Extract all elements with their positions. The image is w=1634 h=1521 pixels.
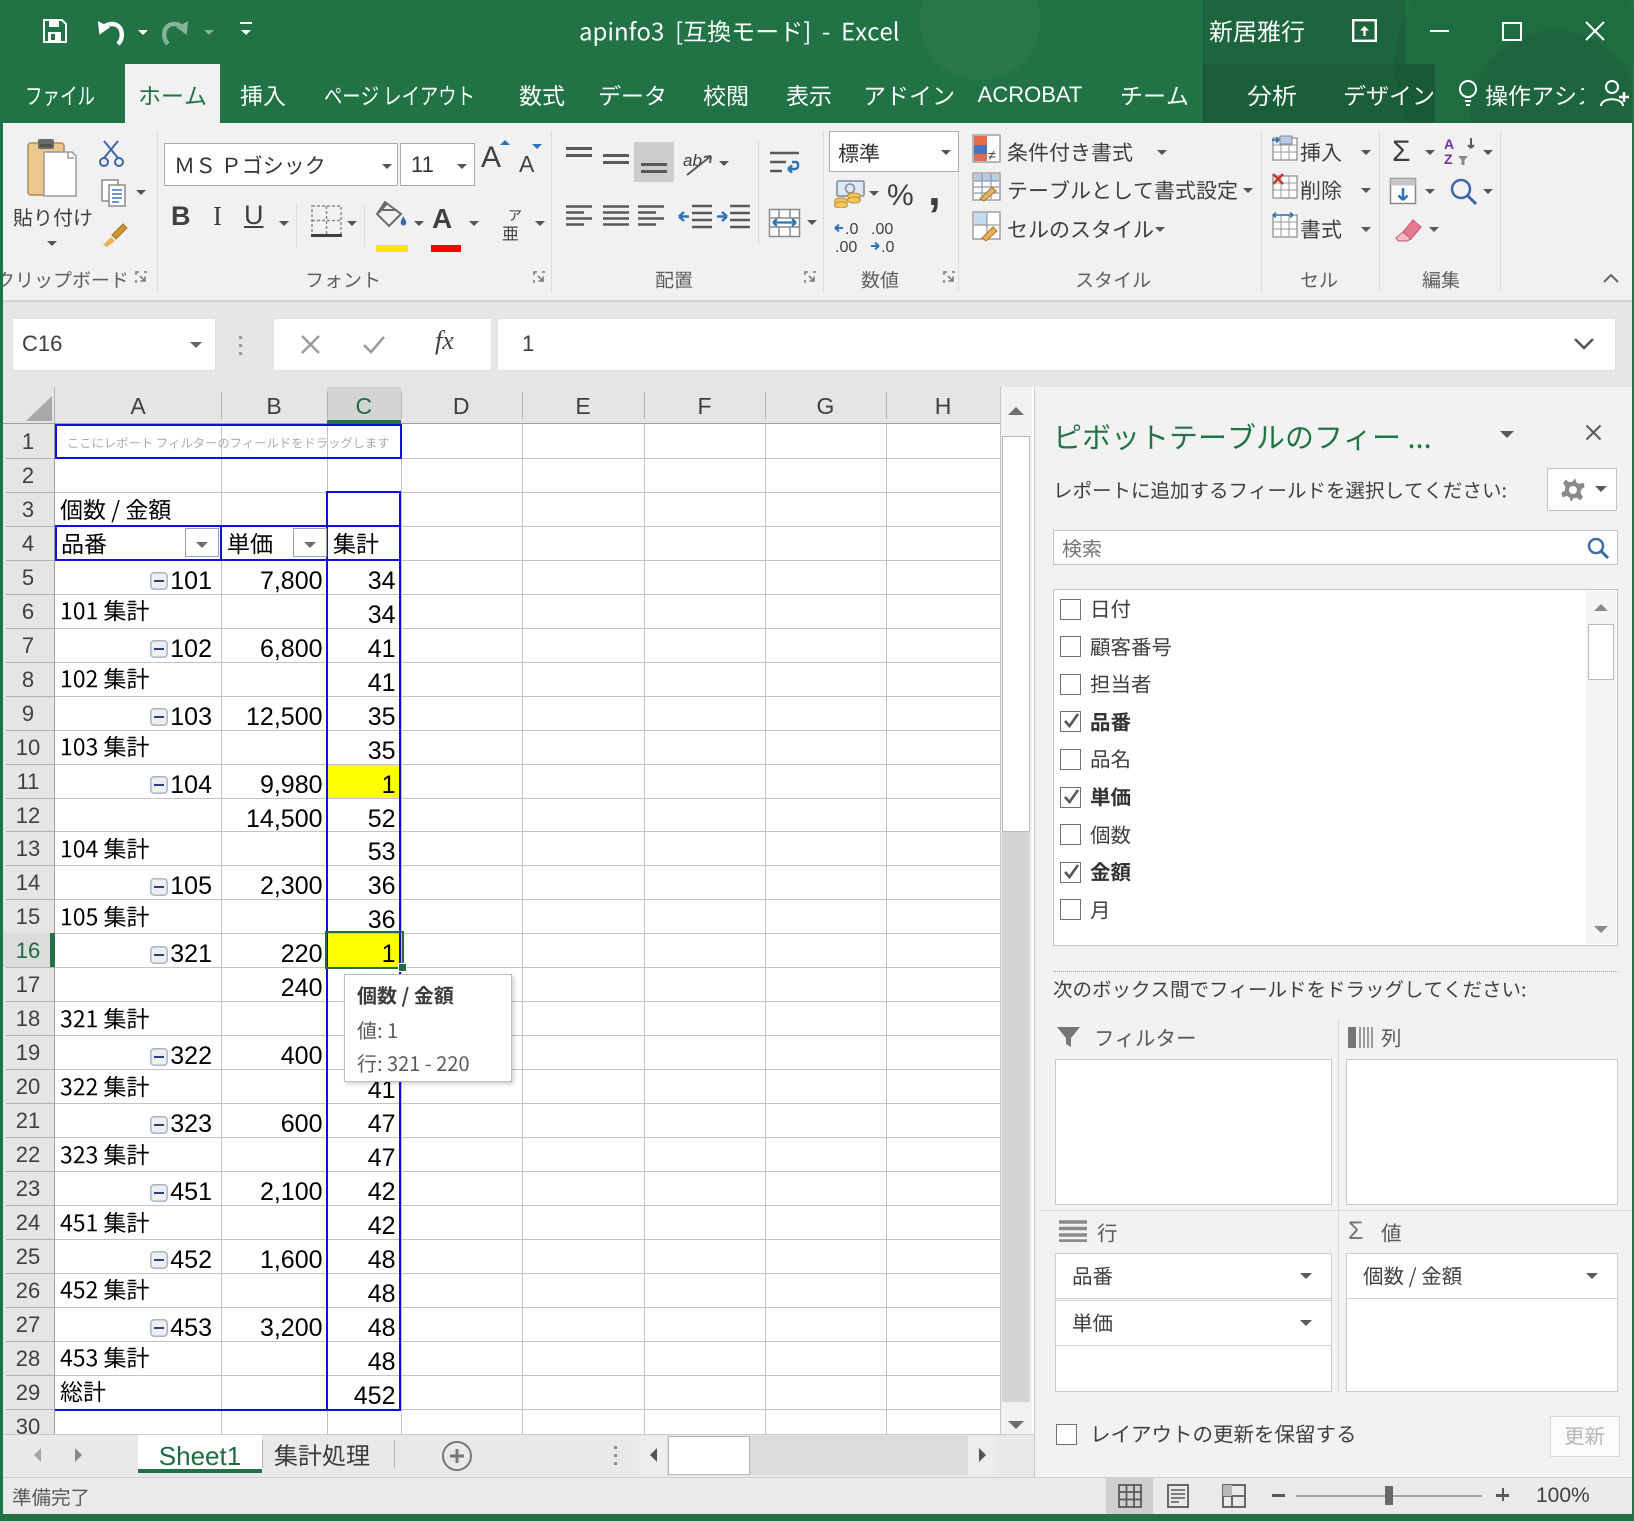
svg-text:≠: ≠ — [988, 147, 996, 163]
svg-text:Z: Z — [1444, 151, 1453, 167]
svg-text:.00: .00 — [835, 239, 857, 256]
svg-text:.00: .00 — [871, 221, 893, 238]
svg-text:A: A — [1444, 136, 1454, 152]
svg-text:ab: ab — [683, 151, 702, 170]
svg-text:.0: .0 — [881, 239, 894, 256]
svg-text:.0: .0 — [845, 221, 858, 238]
